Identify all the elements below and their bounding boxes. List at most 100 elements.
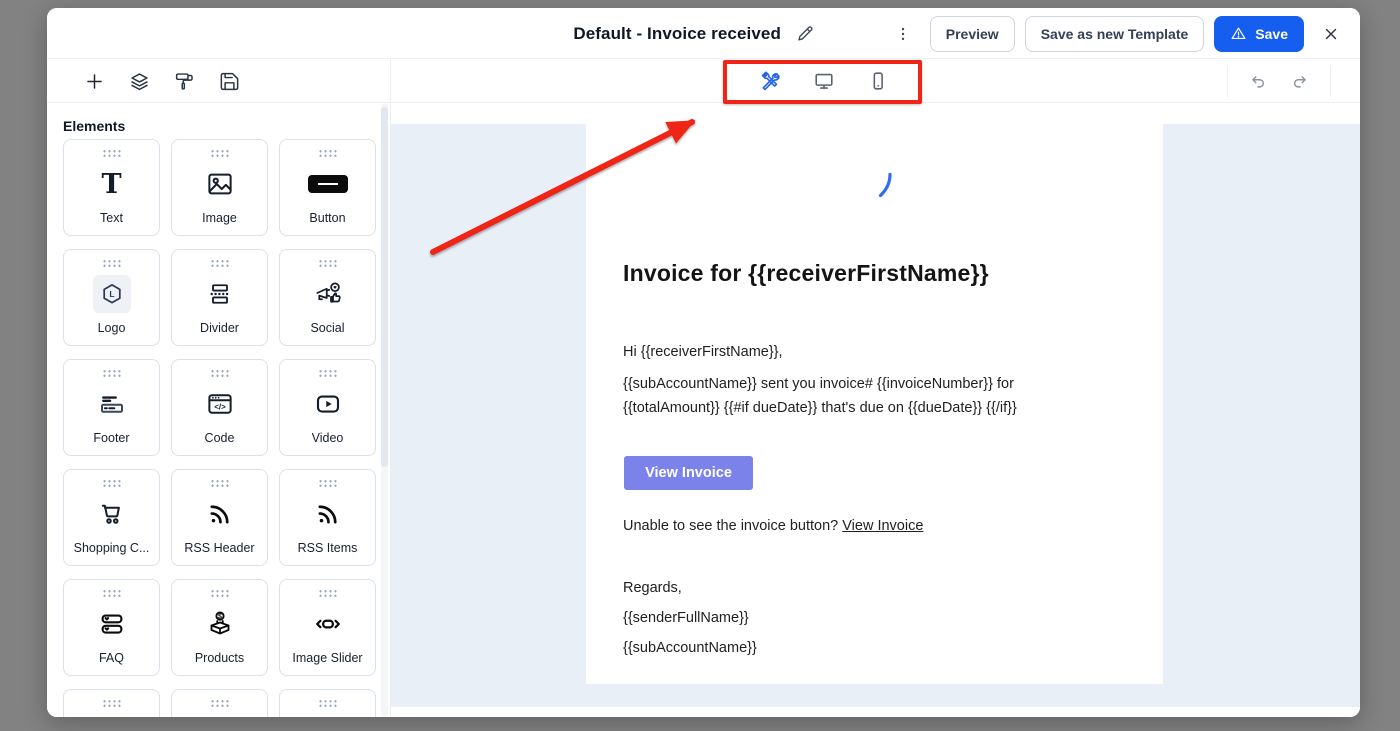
email-body[interactable]: Invoice for {{receiverFirstName}} Hi {{r… (586, 124, 1163, 684)
tab-desktop-preview[interactable] (797, 59, 851, 103)
elements-sidebar: Elements T Text Image Button (47, 103, 391, 717)
template-editor-modal: Default - Invoice received Preview Save … (47, 8, 1360, 717)
email-sender-line[interactable]: {{senderFullName}} (623, 606, 749, 630)
view-invoice-button[interactable]: View Invoice (624, 456, 753, 490)
products-icon: $ (205, 606, 235, 642)
kebab-menu-icon[interactable] (890, 21, 916, 47)
save-button[interactable]: Save (1214, 16, 1304, 52)
drag-handle-icon (210, 699, 229, 707)
drag-handle-icon (102, 149, 121, 157)
email-heading[interactable]: Invoice for {{receiverFirstName}} (623, 260, 989, 287)
code-icon: </> (205, 386, 235, 422)
email-regards[interactable]: Regards, (623, 576, 682, 600)
element-card-label: Button (309, 211, 345, 225)
drag-handle-icon (318, 259, 337, 267)
element-card-button[interactable]: Button (279, 139, 376, 236)
element-card-footer[interactable]: Footer (63, 359, 160, 456)
element-card-text[interactable]: T Text (63, 139, 160, 236)
svg-text:$: $ (218, 614, 222, 621)
save-template-icon[interactable] (218, 70, 240, 92)
image-slider-icon (312, 606, 344, 642)
element-card-label: FAQ (99, 651, 124, 665)
element-card-social[interactable]: Social (279, 249, 376, 346)
element-card-label: Social (310, 321, 344, 335)
divider-icon (206, 276, 234, 312)
template-title-group: Default - Invoice received (573, 8, 819, 59)
element-card-logo[interactable]: L Logo (63, 249, 160, 346)
logo-icon: L (93, 276, 131, 312)
element-card-video[interactable]: Video (279, 359, 376, 456)
element-card-label: RSS Header (184, 541, 254, 555)
builder-tools (47, 59, 391, 103)
image-icon (205, 166, 235, 202)
element-card-label: Divider (200, 321, 239, 335)
drag-handle-icon (210, 149, 229, 157)
drag-handle-icon (102, 369, 121, 377)
history-controls (1227, 65, 1331, 97)
drag-handle-icon (102, 589, 121, 597)
close-icon[interactable] (1318, 21, 1344, 47)
tools-icon (759, 70, 781, 92)
email-subaccount-line[interactable]: {{subAccountName}} (623, 636, 757, 660)
tab-editor-tools[interactable] (743, 59, 797, 103)
editor-canvas: Invoice for {{receiverFirstName}} Hi {{r… (391, 103, 1360, 717)
rss-icon (314, 496, 342, 532)
element-card-partial[interactable] (171, 689, 268, 717)
page-title: Default - Invoice received (573, 24, 781, 44)
elements-heading: Elements (63, 118, 390, 134)
email-greeting[interactable]: Hi {{receiverFirstName}}, (623, 340, 783, 364)
drag-handle-icon (318, 149, 337, 157)
warning-triangle-icon (1230, 25, 1247, 42)
drag-handle-icon (102, 699, 121, 707)
element-card-partial[interactable] (279, 689, 376, 717)
rss-icon (206, 496, 234, 532)
element-card-image[interactable]: Image (171, 139, 268, 236)
element-card-rss-header[interactable]: RSS Header (171, 469, 268, 566)
drag-handle-icon (102, 259, 121, 267)
element-card-shopping-cart[interactable]: Shopping C... (63, 469, 160, 566)
drag-handle-icon (210, 589, 229, 597)
paint-roller-icon[interactable] (173, 70, 195, 92)
add-element-icon[interactable] (83, 70, 105, 92)
drag-handle-icon (318, 699, 337, 707)
element-card-faq[interactable]: FAQ (63, 579, 160, 676)
layers-icon[interactable] (128, 70, 150, 92)
element-card-image-slider[interactable]: Image Slider (279, 579, 376, 676)
drag-handle-icon (210, 479, 229, 487)
element-card-label: Text (100, 211, 123, 225)
drag-handle-icon (210, 369, 229, 377)
header-actions: Preview Save as new Template Save (890, 8, 1344, 59)
preview-button[interactable]: Preview (930, 16, 1015, 52)
redo-icon[interactable] (1286, 68, 1313, 95)
footer-icon (97, 386, 127, 422)
social-icon (313, 276, 343, 312)
save-button-label: Save (1255, 26, 1288, 42)
email-body-text[interactable]: {{subAccountName}} sent you invoice# {{i… (623, 372, 1111, 420)
element-card-products[interactable]: $ Products (171, 579, 268, 676)
sidebar-scrollbar-thumb[interactable] (381, 107, 388, 467)
button-icon (308, 166, 348, 202)
undo-icon[interactable] (1245, 68, 1272, 95)
shopping-cart-icon (97, 496, 127, 532)
element-card-label: Shopping C... (74, 541, 150, 555)
modal-header: Default - Invoice received Preview Save … (47, 8, 1360, 59)
save-as-new-template-button[interactable]: Save as new Template (1025, 16, 1205, 52)
loading-arc-icon (878, 172, 893, 205)
faq-icon (97, 606, 127, 642)
svg-text:</>: </> (214, 403, 226, 412)
drag-handle-icon (318, 589, 337, 597)
element-card-label: Logo (98, 321, 126, 335)
tab-mobile-preview[interactable] (851, 59, 905, 103)
element-card-partial[interactable] (63, 689, 160, 717)
email-fallback-line: Unable to see the invoice button? View I… (623, 514, 923, 538)
view-mode-tabs (743, 59, 905, 103)
element-card-code[interactable]: </> Code (171, 359, 268, 456)
text-icon: T (101, 166, 121, 202)
editor-toolbar (47, 59, 1360, 103)
element-card-divider[interactable]: Divider (171, 249, 268, 346)
view-invoice-link[interactable]: View Invoice (842, 518, 923, 534)
drag-handle-icon (318, 369, 337, 377)
element-card-label: Video (312, 431, 344, 445)
element-card-rss-items[interactable]: RSS Items (279, 469, 376, 566)
pencil-icon[interactable] (792, 20, 819, 47)
